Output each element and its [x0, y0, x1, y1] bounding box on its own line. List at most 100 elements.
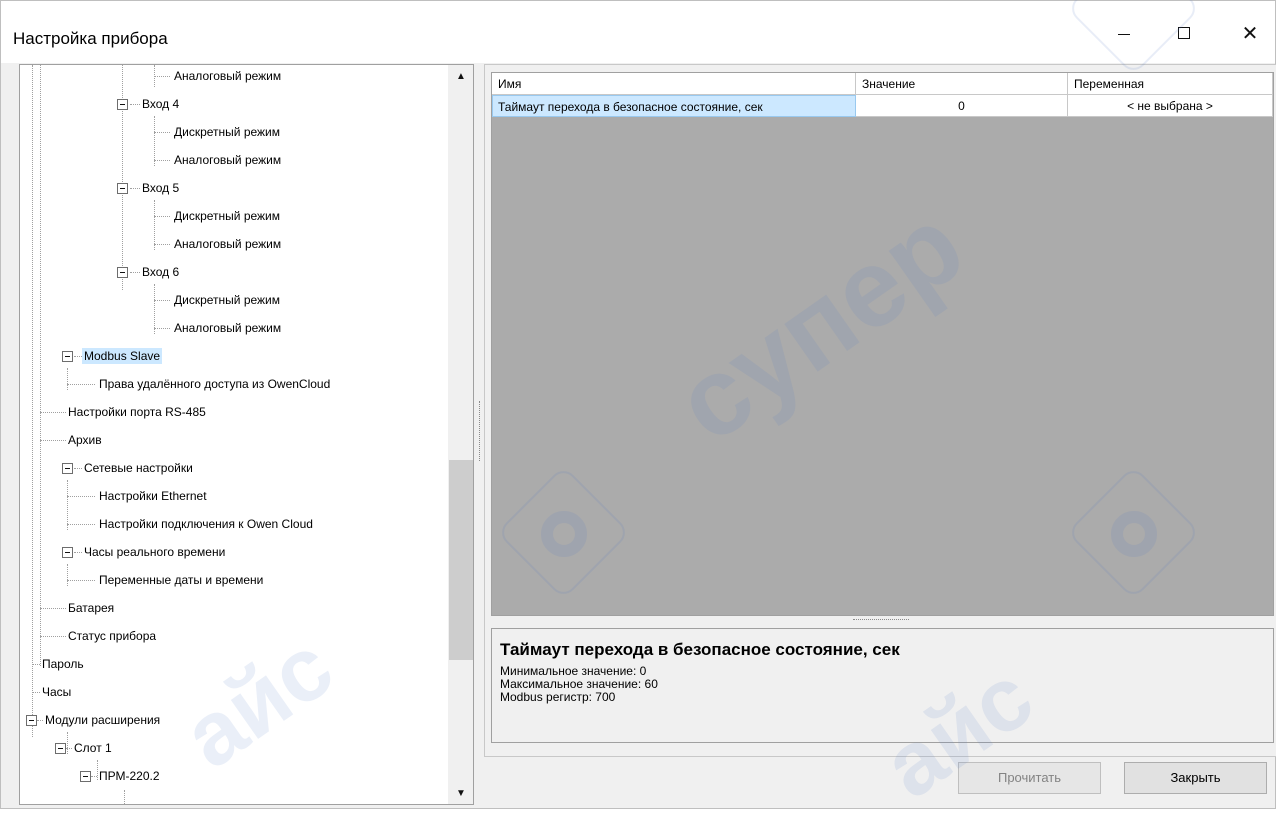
tree-node-label: Батарея: [68, 601, 115, 615]
horizontal-splitter[interactable]: [853, 619, 909, 622]
tree-node-label: Аналоговый режим: [174, 153, 282, 167]
description-title: Таймаут перехода в безопасное состояние,…: [500, 640, 900, 659]
read-button[interactable]: Прочитать: [958, 762, 1101, 794]
tree-connector: [67, 732, 68, 754]
settings-tree: Аналоговый режим Вход 4 Дискретный режим…: [20, 65, 448, 804]
tree-node-label: Настройки подключения к Owen Cloud: [99, 517, 313, 531]
description-register: Modbus регистр: 700: [500, 690, 616, 704]
tree-node[interactable]: Вход 6: [140, 261, 181, 283]
column-header-name[interactable]: Имя: [492, 73, 856, 95]
tree-connector: [154, 328, 170, 329]
tree-node-label: Статус прибора: [68, 629, 157, 643]
tree-node[interactable]: Дискретный режим: [172, 205, 282, 227]
tree-node[interactable]: Аналоговый режим: [172, 233, 283, 255]
tree-node[interactable]: Слот 1: [72, 737, 114, 759]
tree-connector: [32, 692, 40, 693]
tree-node-label: Вход 4: [142, 97, 180, 111]
tree-connector: [124, 790, 125, 804]
tree-scrollbar[interactable]: ▲ ▼: [448, 65, 473, 804]
tree-node[interactable]: Настройки Ethernet: [97, 485, 209, 507]
tree-node[interactable]: Аналоговый режим: [172, 317, 283, 339]
tree-connector: [67, 368, 68, 390]
collapse-icon[interactable]: [117, 183, 128, 194]
tree-node-label: Вход 5: [142, 181, 180, 195]
tree-node[interactable]: Вход 5: [140, 177, 181, 199]
scrollbar-thumb[interactable]: [449, 460, 473, 660]
tree-node-label: Дискретный режим: [174, 125, 281, 139]
tree-node-label: Переменные даты и времени: [99, 573, 264, 587]
tree-connector: [40, 636, 66, 637]
tree-connector: [130, 188, 140, 189]
tree-node[interactable]: Вход 4: [140, 93, 181, 115]
settings-window: Настройка прибора ✕ Аналоговый режим Вхо…: [0, 0, 1276, 818]
tree-connector: [40, 440, 66, 441]
table-row[interactable]: Таймаут перехода в безопасное состояние,…: [492, 95, 1273, 117]
tree-node[interactable]: Дискретный режим: [172, 289, 282, 311]
tree-connector: [67, 480, 68, 530]
vertical-splitter[interactable]: [479, 401, 482, 461]
tree-node[interactable]: ПРМ-220.2: [97, 765, 162, 787]
tree-connector: [154, 244, 170, 245]
collapse-icon[interactable]: [117, 99, 128, 110]
tree-node[interactable]: Модули расширения: [43, 709, 162, 731]
collapse-icon[interactable]: [62, 351, 73, 362]
tree-node[interactable]: Сетевые настройки: [82, 457, 195, 479]
tree-connector: [130, 104, 140, 105]
cell-value[interactable]: 0: [856, 95, 1068, 117]
tree-connector: [154, 200, 155, 250]
tree-connector: [154, 160, 170, 161]
tree-node[interactable]: Аналоговый режим: [172, 65, 283, 87]
scroll-down-icon[interactable]: ▼: [448, 782, 473, 804]
collapse-icon[interactable]: [62, 547, 73, 558]
tree-connector: [40, 412, 66, 413]
collapse-icon[interactable]: [117, 267, 128, 278]
maximize-button[interactable]: [1161, 15, 1207, 51]
tree-node[interactable]: Аналоговый режим: [172, 149, 283, 171]
close-icon: ✕: [1241, 22, 1259, 45]
close-button[interactable]: Закрыть: [1124, 762, 1267, 794]
tree-connector: [67, 564, 68, 586]
tree-node[interactable]: Часы: [40, 681, 73, 703]
tree-node-modbus-slave[interactable]: Modbus Slave: [82, 345, 163, 367]
cell-name[interactable]: Таймаут перехода в безопасное состояние,…: [492, 95, 856, 117]
maximize-icon: [1178, 27, 1190, 39]
collapse-icon[interactable]: [26, 715, 37, 726]
minimize-button[interactable]: [1101, 15, 1147, 51]
minimize-icon: [1118, 33, 1130, 35]
tree-node[interactable]: Переменные даты и времени: [97, 569, 265, 591]
tree-node-label: Аналоговый режим: [174, 69, 282, 83]
tree-node[interactable]: Настройки порта RS-485: [66, 401, 208, 423]
tree-node[interactable]: Часы реального времени: [82, 541, 227, 563]
description-min: Минимальное значение: 0: [500, 664, 647, 678]
tree-connector: [130, 272, 140, 273]
tree-connector: [32, 664, 40, 665]
scroll-up-icon[interactable]: ▲: [448, 65, 473, 87]
tree-node[interactable]: Настройки подключения к Owen Cloud: [97, 513, 315, 535]
column-header-value[interactable]: Значение: [856, 73, 1068, 95]
collapse-icon[interactable]: [55, 743, 66, 754]
title-bar: Настройка прибора ✕: [1, 1, 1275, 63]
collapse-icon[interactable]: [62, 463, 73, 474]
tree-node-label: Архив: [68, 433, 102, 447]
collapse-icon[interactable]: [80, 771, 91, 782]
tree-node[interactable]: Права удалённого доступа из OwenCloud: [97, 373, 332, 395]
tree-node[interactable]: Архив: [66, 429, 104, 451]
tree-connector: [40, 65, 41, 666]
window-title: Настройка прибора: [13, 29, 168, 48]
tree-node-label: Аналоговый режим: [174, 321, 282, 335]
description-max: Максимальное значение: 60: [500, 677, 658, 691]
grid-header: Имя Значение Переменная: [492, 73, 1273, 95]
cell-variable[interactable]: < не выбрана >: [1068, 95, 1273, 117]
tree-node[interactable]: Статус прибора: [66, 625, 158, 647]
description-panel: Таймаут перехода в безопасное состояние,…: [491, 628, 1274, 743]
column-header-variable[interactable]: Переменная: [1068, 73, 1273, 95]
tree-node[interactable]: Дискретный режим: [172, 121, 282, 143]
tree-node[interactable]: Пароль: [40, 653, 86, 675]
tree-node[interactable]: Батарея: [66, 597, 116, 619]
tree-connector: [74, 552, 82, 553]
tree-connector: [154, 284, 155, 334]
close-window-button[interactable]: ✕: [1227, 15, 1273, 51]
tree-node-label: Модули расширения: [45, 713, 161, 727]
tree-connector: [67, 580, 95, 581]
tree-node-label: Настройки порта RS-485: [68, 405, 206, 419]
